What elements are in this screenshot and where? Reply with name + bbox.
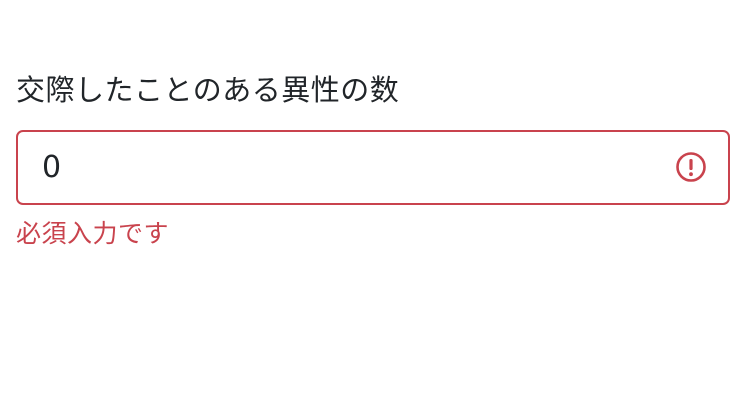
form-group: 交際したことのある異性の数 必須入力です [16, 70, 730, 251]
exclamation-circle-icon [675, 151, 707, 183]
field-label: 交際したことのある異性の数 [16, 73, 400, 107]
partner-count-input[interactable] [18, 132, 658, 203]
number-input-wrapper[interactable] [16, 130, 730, 205]
error-message: 必須入力です [16, 219, 170, 248]
